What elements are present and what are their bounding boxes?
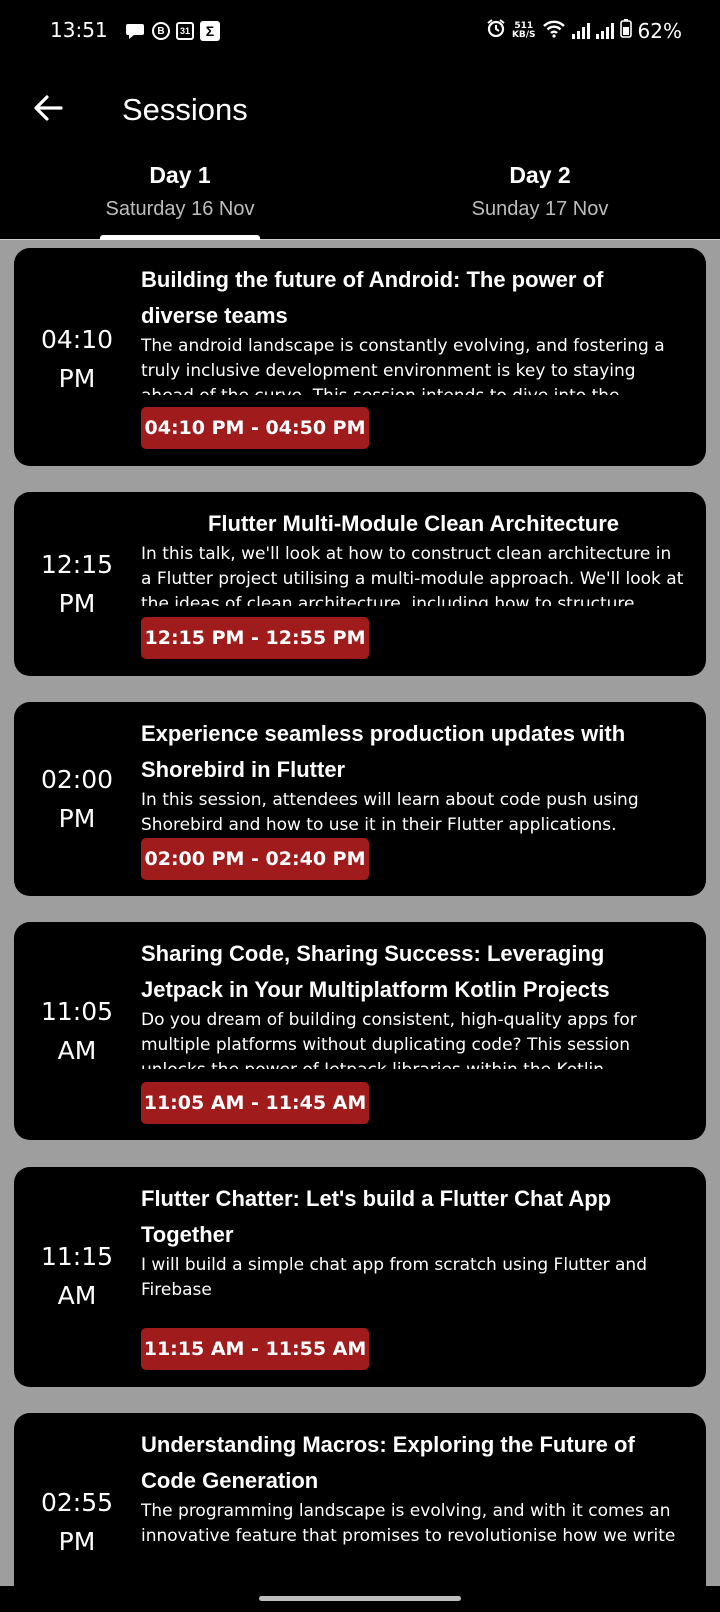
session-body: Building the future of Android: The powe… xyxy=(141,262,686,395)
session-body: Experience seamless production updates w… xyxy=(141,716,686,840)
page-title: Sessions xyxy=(122,92,248,127)
session-card[interactable]: 02:00 PM Experience seamless production … xyxy=(14,702,706,896)
day-tabs: Day 1 Saturday 16 Nov Day 2 Sunday 17 No… xyxy=(0,156,720,240)
session-description: I will build a simple chat app from scra… xyxy=(141,1255,647,1300)
session-body: Sharing Code, Sharing Success: Leveragin… xyxy=(141,936,686,1069)
session-description: Do you dream of building consistent, hig… xyxy=(141,1010,637,1069)
tab-date-label: Sunday 17 Nov xyxy=(471,198,609,220)
status-bar: 13:51 B 31 Σ 511 KB/S 62% xyxy=(0,0,720,66)
b-circle-icon: B xyxy=(152,22,170,40)
session-start-time: 12:15 PM xyxy=(14,545,140,623)
session-card[interactable]: 04:10 PM Building the future of Android:… xyxy=(14,248,706,466)
session-start-period: AM xyxy=(57,1036,97,1065)
arrow-left-icon xyxy=(33,94,63,126)
navigation-bar xyxy=(0,1586,720,1612)
tab-day-label: Day 2 xyxy=(509,162,571,188)
session-start-period: PM xyxy=(58,1527,96,1556)
tab-date-label: Saturday 16 Nov xyxy=(105,198,255,220)
session-time-range: 04:10 PM - 04:50 PM xyxy=(141,407,369,449)
session-description: The android landscape is constantly evol… xyxy=(141,336,665,395)
session-title: Building the future of Android: The powe… xyxy=(141,267,604,328)
session-time-range: 11:15 AM - 11:55 AM xyxy=(141,1328,369,1370)
session-start-hour: 11:05 xyxy=(40,997,114,1026)
battery-percent: 62% xyxy=(637,18,682,43)
session-title: Experience seamless production updates w… xyxy=(141,721,626,782)
session-start-time: 02:00 PM xyxy=(14,760,140,838)
wifi-icon xyxy=(542,19,566,43)
session-time-range: 12:15 PM - 12:55 PM xyxy=(141,617,369,659)
session-start-hour: 04:10 xyxy=(40,325,114,354)
session-start-time: 04:10 PM xyxy=(14,320,140,398)
session-body: Flutter Chatter: Let's build a Flutter C… xyxy=(141,1181,686,1305)
session-list[interactable]: 04:10 PM Building the future of Android:… xyxy=(0,240,720,1586)
session-start-hour: 12:15 xyxy=(40,550,114,579)
session-title: Understanding Macros: Exploring the Futu… xyxy=(141,1432,635,1493)
status-time: 13:51 xyxy=(50,18,108,42)
session-start-period: PM xyxy=(58,364,96,393)
session-card[interactable]: 11:15 AM Flutter Chatter: Let's build a … xyxy=(14,1167,706,1387)
signal-icon xyxy=(571,22,590,39)
session-start-hour: 02:55 xyxy=(40,1488,114,1517)
tab-day-2[interactable]: Day 2 Sunday 17 Nov xyxy=(360,156,720,240)
session-start-period: PM xyxy=(58,804,96,833)
session-time-range: 11:05 AM - 11:45 AM xyxy=(141,1082,369,1124)
session-start-hour: 11:15 xyxy=(40,1242,114,1271)
session-start-time: 11:05 AM xyxy=(14,992,140,1070)
session-title: Flutter Chatter: Let's build a Flutter C… xyxy=(141,1186,612,1247)
sigma-icon: Σ xyxy=(200,21,220,41)
session-body: Understanding Macros: Exploring the Futu… xyxy=(141,1427,686,1551)
calendar-31-icon: 31 xyxy=(176,22,194,40)
signal-icon-2 xyxy=(595,22,614,39)
home-handle[interactable] xyxy=(259,1596,461,1601)
alarm-icon xyxy=(486,18,506,43)
session-start-period: AM xyxy=(57,1281,97,1310)
session-body: Flutter Multi-Module Clean Architecture … xyxy=(141,506,686,606)
session-start-time: 11:15 AM xyxy=(14,1237,140,1315)
session-card[interactable]: 02:55 PM Understanding Macros: Exploring… xyxy=(14,1413,706,1586)
system-status: 511 KB/S 62% xyxy=(486,18,682,43)
session-card[interactable]: 11:05 AM Sharing Code, Sharing Success: … xyxy=(14,922,706,1140)
session-description: In this session, attendees will learn ab… xyxy=(141,790,639,835)
session-title: Sharing Code, Sharing Success: Leveragin… xyxy=(141,941,610,1002)
session-time-range: 02:00 PM - 02:40 PM xyxy=(141,838,369,880)
network-speed-unit: KB/S xyxy=(511,29,536,40)
notification-icons: B 31 Σ xyxy=(124,20,220,42)
tab-day-label: Day 1 xyxy=(149,162,211,188)
session-card[interactable]: 12:15 PM Flutter Multi-Module Clean Arch… xyxy=(14,492,706,676)
back-button[interactable] xyxy=(28,90,68,130)
session-start-period: PM xyxy=(58,589,96,618)
battery-icon xyxy=(619,18,632,43)
app-bar: Sessions xyxy=(0,66,720,156)
network-speed: 511 KB/S xyxy=(511,21,536,40)
session-title: Flutter Multi-Module Clean Architecture xyxy=(207,511,620,536)
session-description: In this talk, we'll look at how to const… xyxy=(141,544,684,606)
tab-day-1[interactable]: Day 1 Saturday 16 Nov xyxy=(0,156,360,240)
session-start-time: 02:55 PM xyxy=(14,1483,140,1561)
chat-bubble-icon xyxy=(124,20,146,42)
session-description: The programming landscape is evolving, a… xyxy=(141,1501,676,1546)
session-start-hour: 02:00 xyxy=(40,765,114,794)
